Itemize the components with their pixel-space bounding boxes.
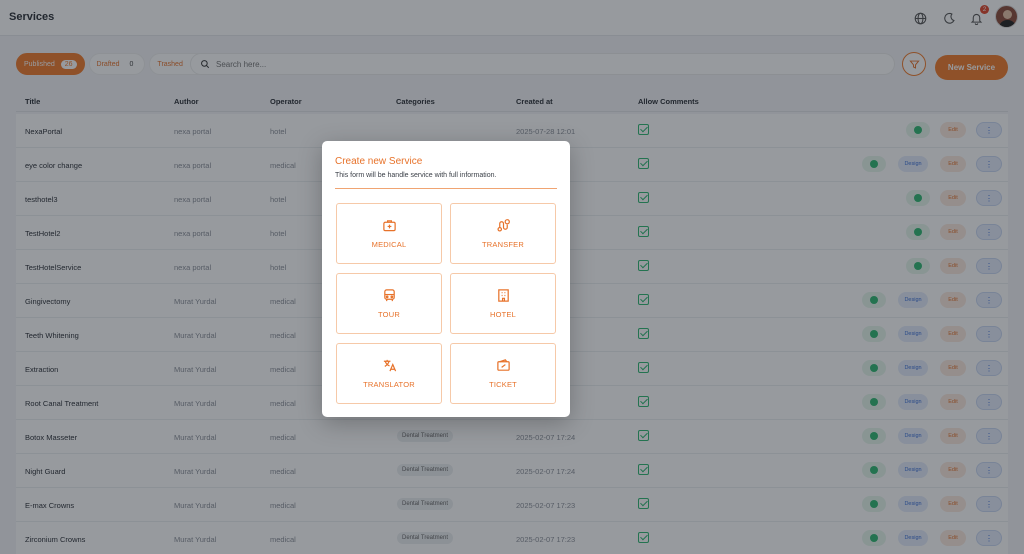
service-option-medical[interactable]: MEDICAL [336,203,442,264]
modal-title: Create new Service [335,156,423,167]
bus-icon [383,289,395,302]
modal-subtitle: This form will be handle service with fu… [335,172,497,179]
building-icon [497,289,509,302]
service-option-hotel[interactable]: HOTEL [450,273,556,334]
create-service-modal: Create new Service This form will be han… [322,141,570,417]
route-icon [496,219,510,232]
service-option-ticket[interactable]: TICKET [450,343,556,404]
service-option-transfer[interactable]: TRANSFER [450,203,556,264]
medical-kit-icon [382,220,396,232]
service-option-tour[interactable]: TOUR [336,273,442,334]
translate-icon [383,359,396,372]
ticket-icon [496,359,510,371]
service-option-translator[interactable]: TRANSLATOR [336,343,442,404]
modal-divider [335,188,557,189]
